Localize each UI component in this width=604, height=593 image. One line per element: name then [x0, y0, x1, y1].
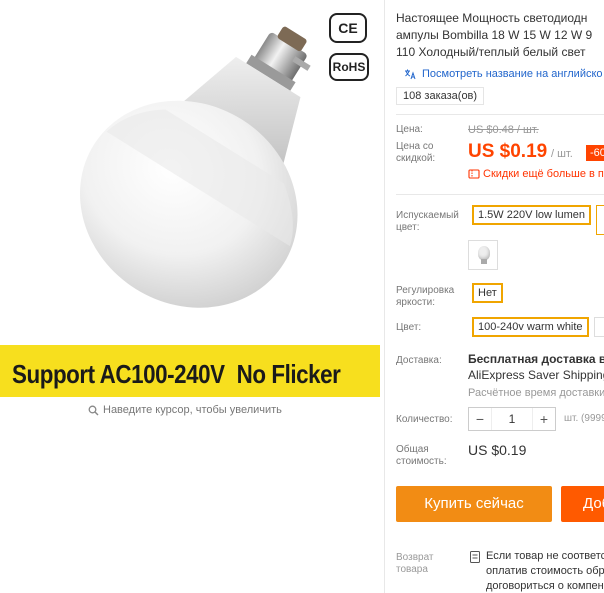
quantity-available: шт. (9999: [564, 413, 604, 424]
bulb-thumb-icon: [478, 246, 490, 260]
magnifier-icon: [88, 405, 99, 415]
shipping-method: AliExpress Saver Shipping: [468, 368, 604, 382]
panel-divider: [384, 0, 385, 593]
rohs-mark: RoHS: [329, 53, 369, 81]
title-line: 110 Холодный/теплый белый свет: [396, 45, 586, 59]
translate-icon: [405, 69, 416, 80]
returns-line: оплатив стоимость обр: [486, 565, 604, 577]
coupon-icon: [468, 169, 480, 179]
orders-count: 108 заказа(ов): [396, 87, 485, 105]
original-price: US $0.48 / шт.: [468, 124, 539, 136]
returns-line: Если товар не соответст: [486, 550, 604, 562]
divider: [396, 114, 604, 115]
returns-text: Если товар не соответст оплатив стоимост…: [486, 549, 604, 593]
add-to-cart-button[interactable]: Доб: [561, 486, 604, 522]
ce-mark: CE: [329, 13, 367, 43]
document-icon: [470, 551, 480, 563]
product-title: Настоящее Мощность светодиодн ампулы Bom…: [396, 10, 604, 61]
quantity-label: Количество:: [396, 414, 453, 425]
banner-voltage: Support AC100-240V: [12, 359, 225, 389]
discount-price-label: Цена со скидкой:: [396, 141, 436, 164]
shipping-label: Доставка:: [396, 355, 442, 366]
option-color-next[interactable]: [594, 317, 604, 337]
banner-flicker: No Flicker: [236, 359, 341, 389]
divider: [396, 194, 604, 195]
feature-banner: Support AC100-240V No Flicker: [0, 345, 380, 397]
price-unit: / шт.: [551, 148, 573, 160]
product-info: Настоящее Мощность светодиодн ампулы Bom…: [396, 0, 604, 593]
option-color-selected[interactable]: 100-240v warm white: [472, 317, 589, 337]
shipping-time: Расчётное время доставки: [468, 387, 604, 399]
promo-link[interactable]: Скидки ещё больше в п: [468, 168, 604, 180]
zoom-hint: Наведите курсор, чтобы увеличить: [88, 404, 282, 416]
option-dimmable-selected[interactable]: Нет: [472, 283, 503, 303]
quantity-stepper: − 1 +: [468, 407, 556, 431]
english-link-text[interactable]: Посмотреть название на английско: [422, 68, 603, 80]
shipping-title[interactable]: Бесплатная доставка в Ru: [468, 352, 604, 366]
returns-label: Возврат товара: [396, 552, 434, 575]
discount-badge: -60: [586, 145, 604, 161]
option-thumbnail[interactable]: [468, 240, 498, 270]
option-emit-color-next[interactable]: [596, 205, 604, 235]
product-gallery: CE RoHS Support AC100-240V No Flicker Нав…: [0, 0, 384, 593]
promo-text[interactable]: Скидки ещё больше в п: [483, 168, 604, 180]
returns-line: договориться о компен: [486, 580, 604, 592]
title-line: ампулы Bombilla 18 W 15 W 12 W 9: [396, 28, 593, 42]
english-title-link[interactable]: Посмотреть название на английско: [404, 68, 603, 80]
total-label: Общая стоимость:: [396, 444, 447, 467]
current-price: US $0.19: [468, 141, 548, 162]
banner-text: Support AC100-240V No Flicker: [12, 359, 341, 390]
bulb-image: [80, 26, 311, 308]
color-label: Цвет:: [396, 322, 422, 333]
quantity-increase-button[interactable]: +: [533, 411, 555, 427]
total-price: US $0.19: [468, 442, 527, 458]
title-line: Настоящее Мощность светодиодн: [396, 11, 588, 25]
product-photo[interactable]: CE RoHS: [0, 0, 384, 345]
emit-color-label: Испускаемый цвет:: [396, 210, 459, 233]
quantity-input[interactable]: 1: [491, 408, 533, 430]
option-emit-color-selected[interactable]: 1.5W 220V low lumen: [472, 205, 591, 225]
dimmable-label: Регулировка яркости:: [396, 285, 455, 308]
quantity-decrease-button[interactable]: −: [469, 411, 491, 427]
zoom-hint-text: Наведите курсор, чтобы увеличить: [103, 404, 282, 416]
price-label: Цена:: [396, 124, 423, 135]
buy-now-button[interactable]: Купить сейчас: [396, 486, 552, 522]
